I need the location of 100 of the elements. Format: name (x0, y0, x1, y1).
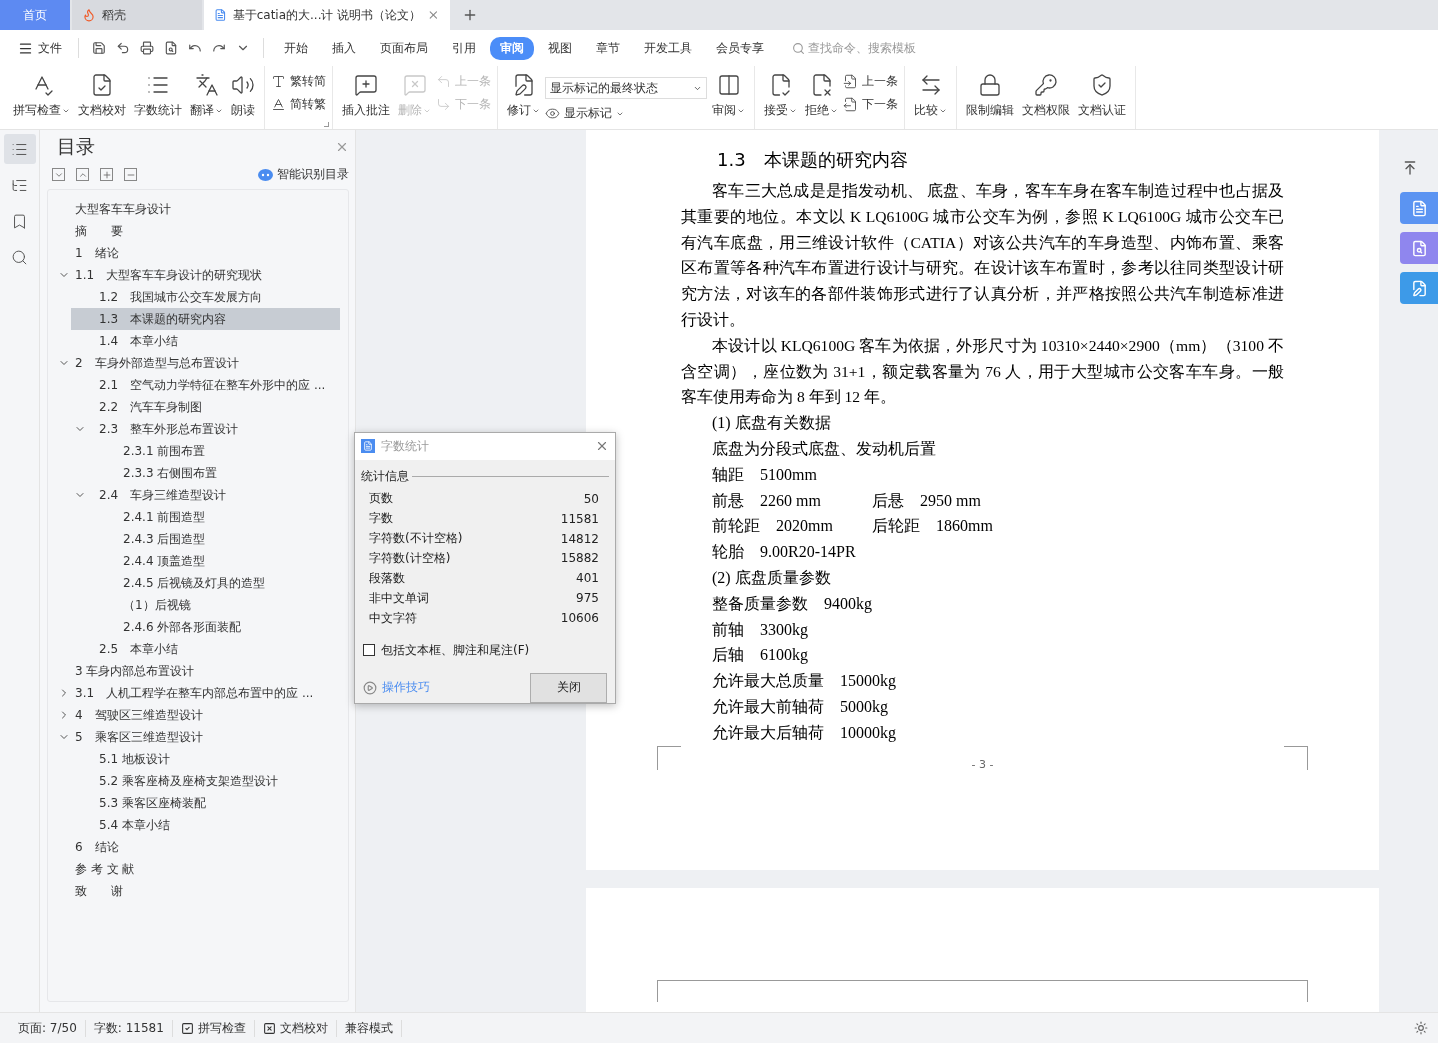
close-button[interactable]: 关闭 (530, 672, 607, 703)
checkbox[interactable] (363, 644, 375, 657)
toc-item[interactable]: 5.1 地板设计 (48, 748, 340, 770)
toc-item[interactable]: 3.1 人机工程学在整车内部总布置中的应 ... (48, 682, 340, 704)
ribbon-button[interactable]: 字数统计 (131, 69, 185, 120)
ribbon-tab[interactable]: 页面布局 (370, 36, 438, 60)
menu-icon (18, 40, 33, 56)
document-search-icon[interactable] (1400, 232, 1438, 264)
sun-icon[interactable] (1414, 1021, 1428, 1035)
close-icon[interactable] (427, 8, 440, 22)
ribbon-button[interactable]: 下一条 (843, 96, 898, 113)
spec-text: 后轴 6100kg (712, 645, 809, 666)
document-icon[interactable] (1400, 192, 1438, 224)
ribbon-button[interactable]: 修订 (504, 69, 543, 120)
toc-item[interactable]: 4 驾驶区三维造型设计 (48, 704, 340, 726)
toc-item[interactable]: 2.5 本章小结 (48, 638, 340, 660)
ribbon-tab[interactable]: 插入 (322, 36, 366, 60)
toc-item[interactable]: 2.3 整车外形总布置设计 (48, 418, 340, 440)
toc-item[interactable]: 1.1 大型客车车身设计的研究现状 (48, 264, 340, 286)
ribbon-button[interactable]: 上一条 (843, 73, 898, 90)
toc-item[interactable]: 2.4.1 前围造型 (48, 506, 340, 528)
ribbon-button[interactable]: 限制编辑 (963, 69, 1017, 120)
ribbon-button[interactable]: 插入批注 (339, 69, 393, 120)
toc-item[interactable]: （1）后视镜 (48, 594, 340, 616)
spec-text: 前悬 2260 mm (712, 490, 822, 511)
ribbon-tab[interactable]: 视图 (538, 36, 582, 60)
chevron-down-icon[interactable] (52, 168, 65, 181)
ribbon-button[interactable]: 文档校对 (75, 69, 129, 120)
toc-item[interactable]: 参 考 文 献 (48, 858, 340, 880)
word-count[interactable]: 字数: 11581 (85, 1019, 173, 1037)
spellcheck-button[interactable]: 拼写检查 (172, 1019, 255, 1037)
toc-item[interactable]: 1.3 本课题的研究内容 (71, 308, 340, 330)
document-pen-icon[interactable] (1400, 272, 1438, 304)
toc-item[interactable]: 1.2 我国城市公交车发展方向 (48, 286, 340, 308)
stat-label: 字数 (369, 510, 393, 528)
toc-item[interactable]: 2.3.3 右侧围布置 (48, 462, 340, 484)
ribbon-button[interactable]: 文档认证 (1075, 69, 1129, 120)
toc-item[interactable]: 5.4 本章小结 (48, 814, 340, 836)
ribbon-button[interactable]: 比较 (911, 69, 950, 120)
x-box-icon (262, 1021, 276, 1035)
ribbon-button[interactable]: 朗读 (228, 69, 258, 120)
ribbon-tab[interactable]: 开始 (274, 36, 318, 60)
spec-text: 整备质量参数 9400kg (712, 593, 872, 615)
toc-item[interactable]: 2.1 空气动力学特征在整车外形中的应 ... (48, 374, 340, 396)
toc-item[interactable]: 5.2 乘客座椅及座椅支架造型设计 (48, 770, 340, 792)
toc-item[interactable]: 1.4 本章小结 (48, 330, 340, 352)
plus-icon[interactable] (100, 168, 113, 181)
markup-select[interactable]: 显示标记的最终状态 (545, 77, 707, 99)
checkbox-label[interactable]: 包括文本框、脚注和尾注(F) (381, 641, 530, 659)
document-out-icon (843, 96, 858, 113)
toc-item[interactable]: 2.3.1 前围布置 (48, 440, 340, 462)
body-line: 底盘为分段式底盘、发动机后置 (711, 438, 937, 459)
minus-icon[interactable] (124, 168, 137, 181)
ribbon-button[interactable]: 拼写检查 (10, 69, 73, 120)
toc-item[interactable]: 2 车身外部造型与总布置设计 (48, 352, 340, 374)
dialog-launcher-icon[interactable] (324, 122, 329, 127)
chevron-up-icon[interactable] (76, 168, 89, 181)
panel-title: 目录 (57, 134, 95, 159)
ribbon-tab[interactable]: 开发工具 (634, 36, 702, 60)
ribbon-tab[interactable]: 章节 (586, 36, 630, 60)
ribbon-button[interactable]: 繁转简 (271, 73, 326, 90)
ribbon-tab[interactable]: 会员专享 (706, 36, 774, 60)
page-number: - 3 - (971, 756, 994, 771)
ribbon-button[interactable]: 显示标记 (545, 105, 707, 122)
toc-item[interactable]: 6 结论 (48, 836, 340, 858)
checkbox-icon (180, 1021, 194, 1035)
toc-item[interactable]: 2.4 车身三维造型设计 (48, 484, 340, 506)
document-icon (214, 8, 227, 22)
close-icon[interactable] (335, 140, 349, 154)
toc-item[interactable]: 2.4.3 后围造型 (48, 528, 340, 550)
stat-value: 15882 (560, 551, 599, 566)
spec-text: 后悬 2950 mm (872, 490, 982, 511)
toc-item[interactable]: 5 乘客区三维造型设计 (48, 726, 340, 748)
toc-item[interactable]: 摘 要 (48, 220, 340, 242)
ribbon-button[interactable]: 翻译 (187, 69, 226, 120)
file-menu[interactable]: 文件 (12, 36, 68, 60)
dialog-title: 字数统计 (381, 437, 429, 455)
ribbon-button[interactable]: 审阅 (709, 69, 748, 120)
smart-toc-button[interactable]: 智能识别目录 (258, 166, 349, 183)
ribbon-button[interactable]: 文档权限 (1019, 69, 1073, 120)
toc-item[interactable]: 1 绪论 (48, 242, 340, 264)
ribbon-button[interactable]: 接受 (761, 69, 800, 120)
eye-icon (545, 105, 560, 122)
toc-item[interactable]: 3 车身内部总布置设计 (48, 660, 340, 682)
ribbon-button[interactable]: 拒绝 (802, 69, 841, 120)
toc-item[interactable]: 2.4.4 顶盖造型 (48, 550, 340, 572)
toc-item[interactable]: 5.3 乘客区座椅装配 (48, 792, 340, 814)
document-tab[interactable]: 稻壳 (72, 0, 202, 30)
toc-item[interactable]: 大型客车车身设计 (48, 198, 340, 220)
toc-item[interactable]: 致 谢 (48, 880, 340, 902)
toc-item[interactable]: 2.2 汽车车身制图 (48, 396, 340, 418)
proofread-button[interactable]: 文档校对 (254, 1019, 337, 1037)
toc-item[interactable]: 2.4.6 外部各形面装配 (48, 616, 340, 638)
toc-item[interactable]: 2.4.5 后视镜及灯具的造型 (48, 572, 340, 594)
body-line: (2) 底盘质量参数 (711, 567, 832, 589)
spec-text: 前轴 3300kg (712, 619, 809, 641)
ribbon-button[interactable]: 简转繁 (271, 96, 326, 113)
ribbon-tab[interactable]: 引用 (442, 36, 486, 60)
outline-icon[interactable] (3, 134, 36, 164)
document-tab[interactable]: 基于catia的大...计 说明书（论文） (204, 0, 450, 30)
